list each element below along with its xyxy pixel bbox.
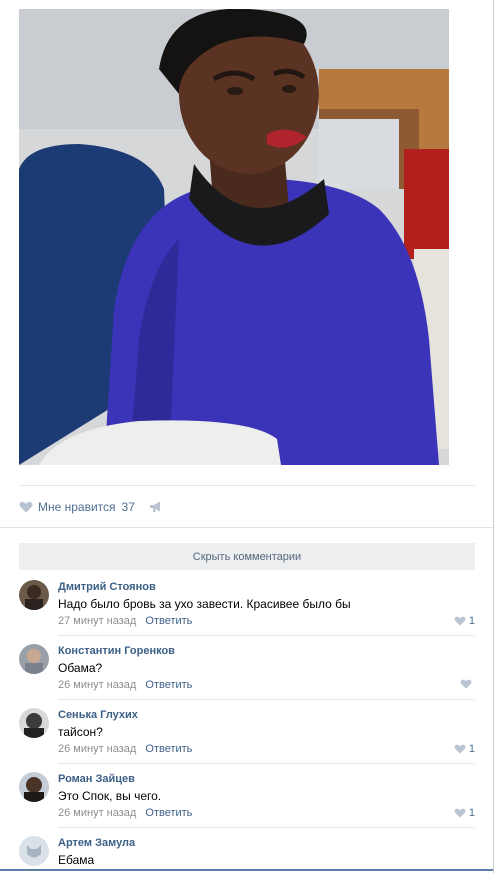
reply-link[interactable]: Ответить bbox=[145, 615, 192, 627]
avatar[interactable] bbox=[19, 644, 49, 674]
comment-text: Надо было бровь за ухо завести. Красивее… bbox=[58, 597, 351, 611]
post-divider bbox=[19, 485, 475, 486]
comment-author[interactable]: Дмитрий Стоянов bbox=[58, 581, 156, 593]
avatar[interactable] bbox=[19, 772, 49, 802]
megaphone-icon[interactable] bbox=[149, 501, 163, 513]
reply-link[interactable]: Ответить bbox=[145, 679, 192, 691]
comment-author[interactable]: Сенька Глухих bbox=[58, 709, 138, 721]
comment-text: Обама? bbox=[58, 661, 103, 675]
comment: Дмитрий Стоянов Надо было бровь за ухо з… bbox=[19, 572, 475, 636]
post-photo[interactable] bbox=[19, 9, 449, 465]
comment-author[interactable]: Константин Горенков bbox=[58, 645, 175, 657]
comment-time[interactable]: 26 минут назад bbox=[58, 679, 136, 691]
heart-icon bbox=[460, 679, 472, 689]
comment-meta: 26 минут назад Ответить bbox=[58, 679, 192, 691]
reply-link[interactable]: Ответить bbox=[145, 743, 192, 755]
comment-text: Ебама bbox=[58, 853, 95, 867]
comment-like-count: 1 bbox=[468, 743, 475, 755]
comment-author[interactable]: Артем Замула bbox=[58, 837, 135, 849]
comment: Роман Зайцев Это Спок, вы чего. 26 минут… bbox=[19, 764, 475, 828]
comment: Артем Замула Ебама bbox=[19, 828, 475, 892]
heart-icon[interactable] bbox=[19, 501, 33, 513]
comment-meta: 26 минут назад Ответить bbox=[58, 743, 192, 755]
comment-like-button[interactable]: 1 bbox=[454, 807, 475, 819]
comment-like-button[interactable]: 1 bbox=[454, 743, 475, 755]
reply-link[interactable]: Ответить bbox=[145, 807, 192, 819]
avatar[interactable] bbox=[19, 708, 49, 738]
like-button[interactable]: Мне нравится bbox=[38, 500, 116, 514]
avatar[interactable] bbox=[19, 580, 49, 610]
heart-icon bbox=[454, 744, 466, 754]
comment-text: Это Спок, вы чего. bbox=[58, 789, 162, 803]
comment-meta: 26 минут назад Ответить bbox=[58, 807, 192, 819]
comment-time[interactable]: 27 минут назад bbox=[58, 615, 136, 627]
heart-icon bbox=[454, 808, 466, 818]
heart-icon bbox=[454, 616, 466, 626]
comment-text: тайсон? bbox=[58, 725, 103, 739]
comment: Константин Горенков Обама? 26 минут наза… bbox=[19, 636, 475, 700]
comment-time[interactable]: 26 минут назад bbox=[58, 807, 136, 819]
section-divider bbox=[0, 527, 494, 528]
comment-like-button[interactable]: 1 bbox=[454, 615, 475, 627]
avatar[interactable] bbox=[19, 836, 49, 866]
comment-like-count: 1 bbox=[468, 615, 475, 627]
comment-like-count: 1 bbox=[468, 807, 475, 819]
like-count[interactable]: 37 bbox=[122, 500, 135, 514]
comment-meta: 27 минут назад Ответить bbox=[58, 615, 192, 627]
comment-like-button[interactable] bbox=[460, 679, 475, 689]
comment: Сенька Глухих тайсон? 26 минут назад Отв… bbox=[19, 700, 475, 764]
like-row: Мне нравится 37 bbox=[19, 497, 163, 517]
bottom-border bbox=[0, 869, 494, 871]
hide-comments-button[interactable]: Скрыть комментарии bbox=[19, 543, 475, 570]
comment-time[interactable]: 26 минут назад bbox=[58, 743, 136, 755]
comment-author[interactable]: Роман Зайцев bbox=[58, 773, 135, 785]
